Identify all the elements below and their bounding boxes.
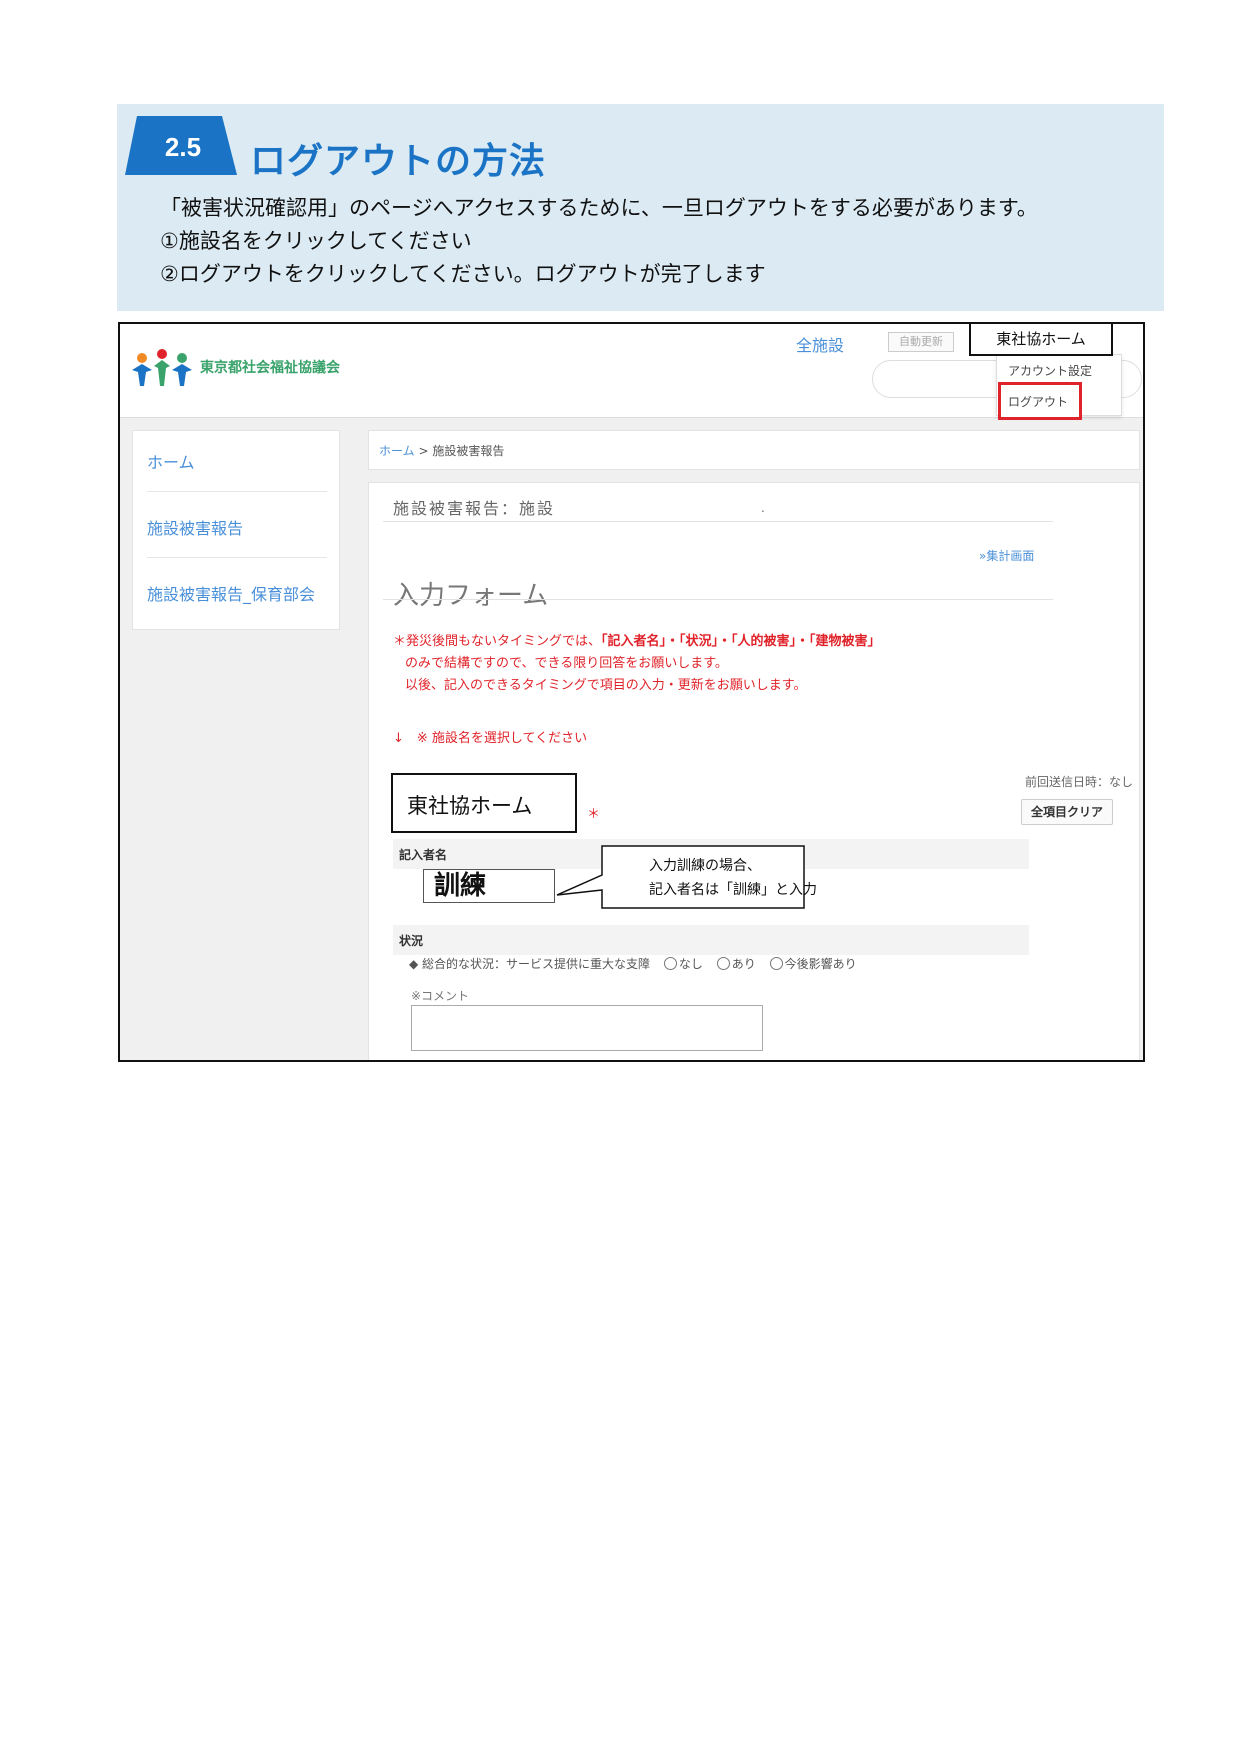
breadcrumb-current: 施設被害報告	[432, 444, 505, 458]
section-number: 2.5	[164, 132, 202, 162]
status-header: 状況	[393, 925, 1029, 955]
notice-prefix: ＊発災後間もないタイミングでは、	[393, 634, 602, 649]
instruction-line-3: ②ログアウトをクリックしてください。ログアウトが完了します	[160, 262, 766, 286]
required-mark: ＊	[587, 807, 601, 822]
sidebar-divider	[147, 491, 327, 492]
radio-label-none: なし	[678, 957, 703, 971]
auto-update-button[interactable]: 自動更新	[888, 332, 954, 352]
facility-select[interactable]: 東社協ホーム	[391, 773, 577, 833]
instruction-line-2: ①施設名をクリックしてください	[160, 229, 472, 253]
last-sent-time: 前回送信日時：なし	[1024, 775, 1133, 789]
user-facility-menu-button[interactable]: 東社協ホーム	[969, 324, 1113, 356]
sidebar-item-home[interactable]: ホーム	[147, 449, 195, 473]
sidebar-item-damage-report[interactable]: 施設被害報告	[147, 515, 243, 539]
radio-yes[interactable]	[716, 957, 730, 970]
reporter-name-field[interactable]: 訓練	[423, 869, 555, 903]
sidebar-item-damage-report-nursery[interactable]: 施設被害報告_保育部会	[147, 581, 315, 605]
callout-text: 入力訓練の場合、 記入者名は「訓練」と入力	[649, 854, 817, 902]
app-screenshot: 東京都社会福祉協議会 全施設 自動更新 アカウント設定 ログアウト 東社協ホーム…	[118, 322, 1145, 1062]
section-title: ログアウトの方法	[250, 141, 547, 182]
status-question: ◆ 総合的な状況：サービス提供に重大な支障	[409, 957, 651, 971]
sidebar: ホーム 施設被害報告 施設被害報告_保育部会	[132, 430, 340, 630]
clear-all-button[interactable]: 全項目クリア	[1021, 799, 1113, 825]
logout-item[interactable]: ログアウト	[1008, 393, 1068, 410]
page-title: 施設被害報告：施設	[393, 499, 556, 518]
breadcrumb: ホーム > 施設被害報告	[368, 430, 1140, 470]
account-settings-item[interactable]: アカウント設定	[1008, 362, 1092, 379]
radio-label-yes: あり	[731, 957, 756, 971]
org-logo-icon	[128, 348, 198, 388]
title-dot: .	[761, 501, 765, 515]
summary-screen-link[interactable]: »集計画面	[979, 547, 1034, 564]
instruction-line-1: 「被害状況確認用」のページへアクセスするために、一旦ログアウトをする必要がありま…	[160, 196, 1038, 220]
status-question-row: ◆ 総合的な状況：サービス提供に重大な支障 なし あり 今後影響あり	[409, 955, 857, 972]
comment-label: ※コメント	[411, 989, 470, 1003]
title-divider	[383, 521, 1053, 522]
comment-textarea[interactable]	[411, 1005, 763, 1051]
form-title: 入力フォーム	[393, 581, 549, 611]
callout-line-1: 入力訓練の場合、	[649, 858, 761, 874]
form-divider	[383, 599, 1053, 600]
breadcrumb-separator: >	[418, 444, 429, 458]
instructions: 「被害状況確認用」のページへアクセスするために、一旦ログアウトをする必要がありま…	[160, 192, 1160, 291]
notice-fields: 「記入者名」・「状況」・「人的被害」・「建物被害」	[601, 634, 881, 649]
callout-line-2: 記入者名は「訓練」と入力	[649, 882, 817, 898]
radio-future-impact[interactable]	[769, 957, 783, 970]
radio-none[interactable]	[663, 957, 677, 970]
notice-line-3: 以後、記入のできるタイミングで項目の入力・更新をお願いします。	[405, 678, 807, 693]
breadcrumb-home-link[interactable]: ホーム	[379, 444, 415, 458]
org-name: 東京都社会福祉協議会	[200, 360, 340, 376]
notice-text: ＊発災後間もないタイミングでは、「記入者名」・「状況」・「人的被害」・「建物被害…	[393, 631, 1113, 697]
facility-select-hint: ↓ ※ 施設名を選択してください	[393, 731, 588, 746]
all-facilities-link[interactable]: 全施設	[796, 332, 844, 356]
sidebar-divider	[147, 557, 327, 558]
main-panel: 施設被害報告：施設 . »集計画面 入力フォーム ＊発災後間もないタイミングでは…	[368, 482, 1140, 1060]
notice-line-2: のみで結構ですので、できる限り回答をお願いします。	[405, 656, 728, 671]
radio-label-future-impact: 今後影響あり	[784, 957, 857, 971]
